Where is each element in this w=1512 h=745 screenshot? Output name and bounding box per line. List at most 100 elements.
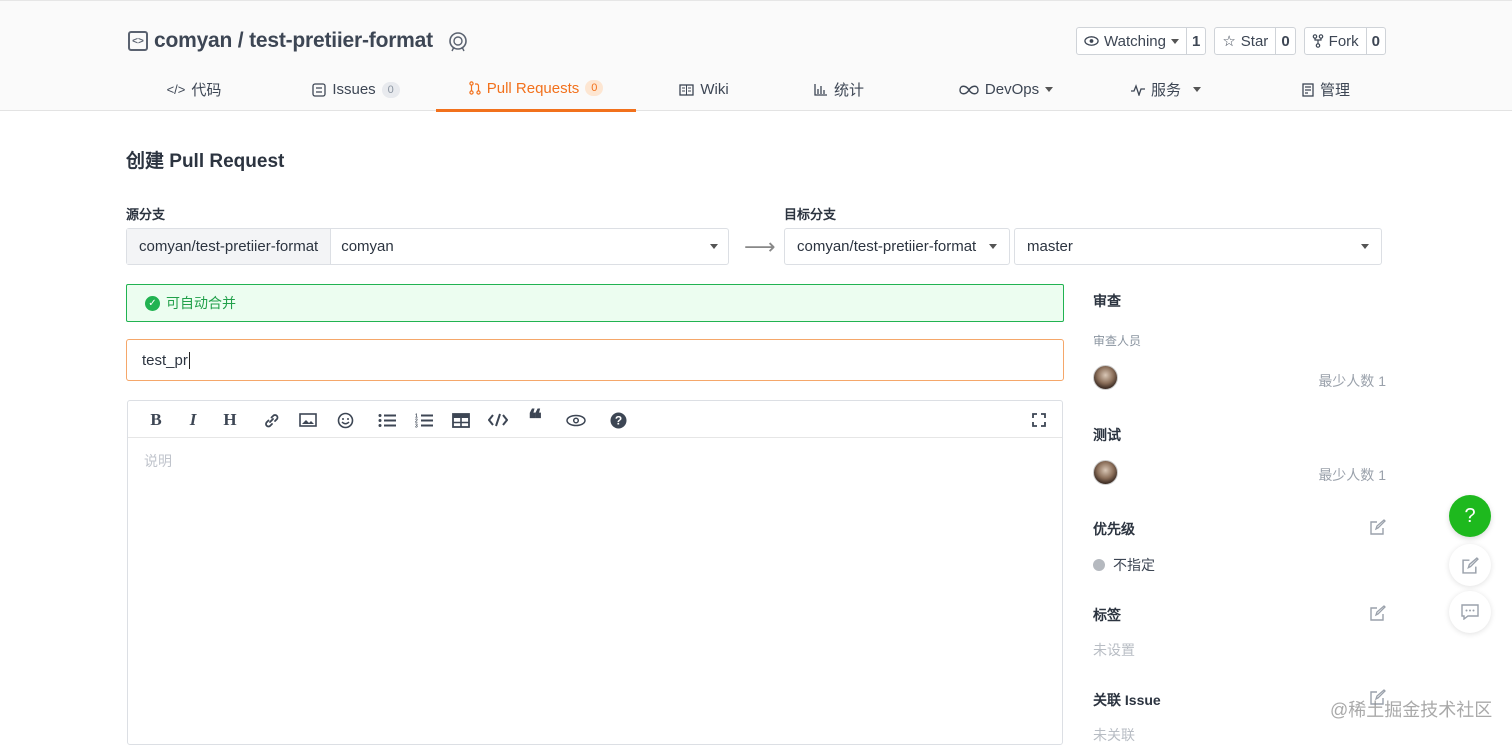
award-badge-icon <box>449 32 467 52</box>
tab-services-label: 服务 <box>1150 82 1181 99</box>
preview-eye-icon[interactable] <box>565 409 587 431</box>
tab-stats[interactable]: 统计 <box>776 67 902 112</box>
fork-button[interactable]: Fork <box>1305 28 1367 54</box>
target-branch-label: 目标分支 <box>784 207 837 222</box>
star-icon: ☆ <box>1222 33 1236 50</box>
italic-icon[interactable]: I <box>182 409 204 431</box>
numbered-list-icon[interactable]: 123 <box>413 409 435 431</box>
wiki-icon <box>679 83 694 96</box>
review-title: 审查 <box>1093 293 1121 309</box>
pr-title-value: test_pr <box>142 351 188 369</box>
infinity-icon <box>959 85 979 94</box>
labels-value: 未设置 <box>1093 642 1135 658</box>
target-branch-dropdown[interactable]: master <box>1014 228 1382 265</box>
star-count[interactable]: 0 <box>1276 28 1294 54</box>
fork-button-group: Fork 0 <box>1303 27 1386 55</box>
bold-icon[interactable]: B <box>145 409 167 431</box>
linked-issue-value: 未关联 <box>1093 727 1135 743</box>
eye-icon <box>1084 36 1099 46</box>
fork-count[interactable]: 0 <box>1367 28 1385 54</box>
watermark: @稀土掘金技术社区 <box>1330 700 1493 720</box>
tester-avatar[interactable] <box>1093 460 1118 485</box>
code-icon: </> <box>166 82 186 97</box>
chevron-down-icon <box>710 244 718 249</box>
tab-manage-label: 管理 <box>1319 82 1350 99</box>
heading-icon[interactable]: H <box>219 409 241 431</box>
bullet-list-icon[interactable] <box>376 409 398 431</box>
source-branch-label: 源分支 <box>126 207 166 222</box>
feedback-button[interactable] <box>1449 544 1491 586</box>
code-block-icon[interactable] <box>487 409 509 431</box>
priority-dot-icon <box>1093 559 1105 571</box>
target-repo-value: comyan/test-pretiier-format <box>797 238 977 255</box>
priority-value-text: 不指定 <box>1113 557 1155 573</box>
arrow-right-icon: ⟶ <box>744 234 776 259</box>
tab-wiki-label: Wiki <box>700 81 729 98</box>
edit-labels-icon[interactable] <box>1370 605 1386 621</box>
pulse-icon <box>1130 83 1145 96</box>
issues-count-badge: 0 <box>381 81 400 98</box>
source-branch-value: comyan <box>341 238 394 255</box>
help-circle-icon[interactable]: ? <box>607 409 629 431</box>
tab-issues[interactable]: Issues 0 <box>286 67 426 112</box>
question-icon: ? <box>1464 504 1476 527</box>
editor-toolbar: B I H 123 ❝ ? <box>128 401 1062 438</box>
chevron-down-icon <box>1361 244 1369 249</box>
tab-devops-label: DevOps <box>984 81 1040 98</box>
reviewer-min-count: 最少人数 1 <box>1318 373 1386 389</box>
link-icon[interactable] <box>260 409 282 431</box>
edit-note-icon <box>1461 556 1479 574</box>
tab-code-label: 代码 <box>191 82 222 99</box>
watch-count[interactable]: 1 <box>1187 28 1205 54</box>
linked-issue-title: 关联 Issue <box>1093 692 1161 708</box>
priority-title: 优先级 <box>1093 521 1135 537</box>
priority-value: 不指定 <box>1093 555 1155 575</box>
help-button[interactable]: ? <box>1449 495 1491 537</box>
tab-pull-requests[interactable]: Pull Requests 0 <box>436 67 636 112</box>
repo-header: <> comyan / test-pretiier-format Watchin… <box>0 0 1512 112</box>
edit-priority-icon[interactable] <box>1370 519 1386 535</box>
tab-stats-label: 统计 <box>833 82 864 99</box>
labels-title: 标签 <box>1093 607 1121 623</box>
table-icon[interactable] <box>450 409 472 431</box>
watch-button[interactable]: Watching <box>1077 28 1187 54</box>
fullscreen-icon[interactable] <box>1028 409 1050 431</box>
chart-icon <box>814 84 827 96</box>
tab-pull-requests-label: Pull Requests <box>486 79 580 97</box>
repo-code-icon: <> <box>128 31 148 51</box>
repo-title: <> comyan / test-pretiier-format <box>128 25 469 57</box>
merge-status-banner: ✓ 可自动合并 <box>126 284 1064 322</box>
source-repo-name: comyan/test-pretiier-format <box>127 229 332 264</box>
description-placeholder[interactable]: 说明 <box>144 451 172 471</box>
star-button[interactable]: ☆ Star <box>1215 28 1277 54</box>
issues-icon <box>312 82 326 97</box>
chat-icon <box>1461 604 1479 620</box>
target-repo-dropdown[interactable]: comyan/test-pretiier-format <box>784 228 1010 265</box>
reviewers-label: 审查人员 <box>1093 334 1142 348</box>
source-branch-dropdown[interactable]: comyan <box>331 229 728 264</box>
repo-name-link[interactable]: comyan / test-pretiier-format <box>154 29 433 53</box>
merge-status-text: 可自动合并 <box>166 295 236 311</box>
tab-devops[interactable]: DevOps <box>936 67 1076 112</box>
watch-label: Watching <box>1104 32 1166 50</box>
pr-title-input[interactable]: test_pr <box>126 339 1064 381</box>
fork-label: Fork <box>1328 32 1359 50</box>
tab-code[interactable]: </> 代码 <box>126 67 262 112</box>
quote-icon[interactable]: ❝ <box>524 405 546 434</box>
fork-icon <box>1312 34 1323 48</box>
tab-wiki[interactable]: Wiki <box>646 67 762 112</box>
reviewer-avatar[interactable] <box>1093 365 1118 390</box>
chat-button[interactable] <box>1449 591 1491 633</box>
svg-text:3: 3 <box>415 423 418 428</box>
repo-actions: Watching 1 ☆ Star 0 Fork 0 <box>1076 27 1386 55</box>
star-button-group: ☆ Star 0 <box>1214 27 1296 55</box>
tab-services[interactable]: 服务 <box>1116 67 1216 112</box>
tab-manage[interactable]: 管理 <box>1266 67 1386 112</box>
chevron-down-icon <box>1171 38 1179 44</box>
image-icon[interactable] <box>297 409 319 431</box>
emoji-icon[interactable] <box>334 409 356 431</box>
repo-tabs: </> 代码 Issues 0 Pull Requests 0 Wiki 统计 … <box>126 67 1386 112</box>
manage-icon <box>1302 82 1314 97</box>
text-cursor <box>188 351 190 369</box>
svg-text:?: ? <box>614 413 621 427</box>
